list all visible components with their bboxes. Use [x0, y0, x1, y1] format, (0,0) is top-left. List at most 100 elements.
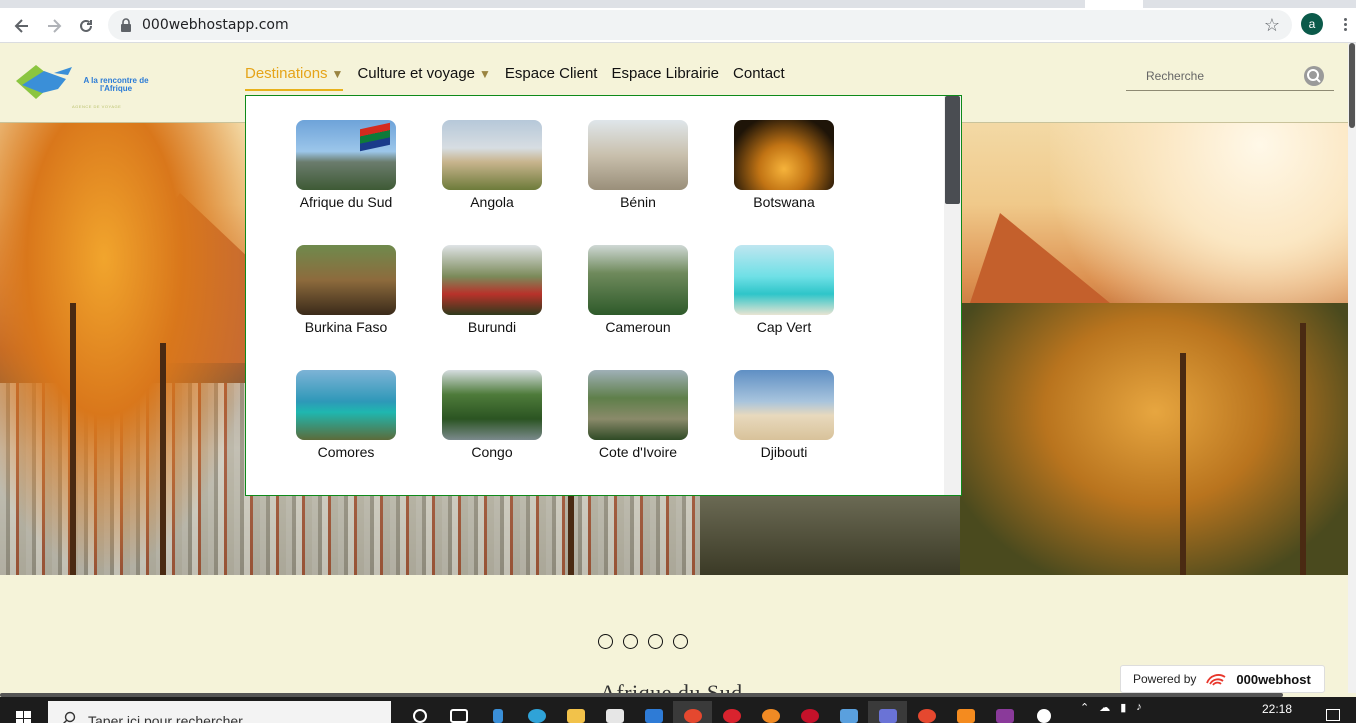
destination-thumbnail: [296, 370, 396, 440]
destination-item[interactable]: Burkina Faso: [296, 245, 396, 370]
page-scrollbar-thumb[interactable]: [1349, 43, 1355, 128]
destination-thumbnail: [588, 245, 688, 315]
nav-contact[interactable]: Contact: [733, 65, 785, 91]
taskbar-search-placeholder: Taper ici pour rechercher: [88, 713, 243, 723]
destination-label: Cameroun: [605, 319, 671, 335]
task-view-icon[interactable]: [439, 701, 478, 723]
dropdown-scrollbar[interactable]: [944, 96, 961, 495]
mail-icon[interactable]: [634, 701, 673, 723]
taskbar-apps: [400, 701, 1063, 723]
destination-item[interactable]: Cote d'Ivoire: [588, 370, 688, 495]
settings-gear-icon[interactable]: [1024, 701, 1063, 723]
powered-by-brand: 000webhost: [1236, 671, 1311, 687]
profile-avatar[interactable]: a: [1301, 13, 1323, 35]
destination-item[interactable]: Cap Vert: [734, 245, 834, 370]
volume-icon[interactable]: ♪: [1136, 701, 1142, 714]
destination-thumbnail: [588, 120, 688, 190]
browser-toolbar: 000webhostapp.com ☆ a: [0, 8, 1356, 43]
destination-thumbnail: [734, 120, 834, 190]
bookmark-star-icon[interactable]: ☆: [1264, 15, 1280, 35]
chrome-icon[interactable]: [907, 701, 946, 723]
opera-gx-icon[interactable]: [790, 701, 829, 723]
notifications-icon[interactable]: [1326, 709, 1340, 721]
url-text: 000webhostapp.com: [142, 17, 289, 33]
dropdown-scrollbar-thumb[interactable]: [945, 96, 960, 204]
destination-item[interactable]: Comores: [296, 370, 396, 495]
nav-label: Espace Client: [504, 65, 598, 82]
taskbar-clock[interactable]: 22:18: [1262, 702, 1292, 716]
onedrive-icon[interactable]: ☁: [1099, 701, 1110, 714]
cortana-icon[interactable]: [400, 701, 439, 723]
destination-label: Bénin: [620, 194, 656, 210]
taskbar-search[interactable]: Taper ici pour rechercher: [48, 701, 391, 723]
destination-label: Angola: [470, 194, 514, 210]
carousel-dot[interactable]: [598, 634, 613, 649]
carousel-dots: [598, 634, 688, 649]
nav-destinations[interactable]: Destinations ▼: [245, 65, 344, 91]
sublime-icon[interactable]: [946, 701, 985, 723]
destination-label: Cap Vert: [756, 319, 812, 335]
firefox-icon[interactable]: [751, 701, 790, 723]
address-bar[interactable]: 000webhostapp.com ☆: [108, 10, 1292, 40]
opera-icon[interactable]: [712, 701, 751, 723]
main-nav: Destinations ▼ Culture et voyage ▼ Espace …: [245, 65, 799, 91]
destination-item[interactable]: Djibouti: [734, 370, 834, 495]
carousel-dot[interactable]: [673, 634, 688, 649]
windows-taskbar: Taper ici pour rechercher ⌃ ☁ ▮ ♪ 22:18: [0, 697, 1356, 723]
site-search: [1126, 64, 1334, 91]
destination-item[interactable]: Burundi: [442, 245, 542, 370]
destination-item[interactable]: Bénin: [588, 120, 688, 245]
chrome-icon[interactable]: [673, 701, 712, 723]
store-icon[interactable]: [595, 701, 634, 723]
destination-item[interactable]: Congo: [442, 370, 542, 495]
lock-icon: [120, 18, 132, 37]
nav-label: Destinations: [245, 65, 328, 82]
search-icon[interactable]: [1304, 66, 1324, 86]
destination-thumbnail: [442, 370, 542, 440]
powered-by-prefix: Powered by: [1133, 672, 1197, 686]
search-icon: [63, 711, 76, 723]
network-icon[interactable]: ▮: [1120, 701, 1126, 714]
destination-thumbnail: [588, 370, 688, 440]
windows-start-icon[interactable]: [16, 711, 32, 723]
site-logo[interactable]: A la rencontre de l'Afrique AGENCE DE VO…: [14, 59, 159, 111]
winrar-icon[interactable]: [985, 701, 1024, 723]
destination-thumbnail: [442, 245, 542, 315]
back-icon[interactable]: [10, 14, 34, 38]
discord-icon[interactable]: [868, 701, 907, 723]
tab-strip: [0, 0, 1356, 8]
file-explorer-icon[interactable]: [556, 701, 595, 723]
nav-label: Culture et voyage: [357, 65, 476, 82]
carousel-dot[interactable]: [623, 634, 638, 649]
destination-item[interactable]: Angola: [442, 120, 542, 245]
destination-label: Afrique du Sud: [299, 194, 393, 210]
active-tab[interactable]: [1085, 0, 1143, 8]
control-panel-icon[interactable]: [829, 701, 868, 723]
destination-thumbnail: [442, 120, 542, 190]
destination-item[interactable]: Cameroun: [588, 245, 688, 370]
destination-thumbnail: [296, 245, 396, 315]
carousel-dot[interactable]: [648, 634, 663, 649]
forward-icon[interactable]: [42, 14, 66, 38]
destination-label: Congo: [471, 444, 513, 460]
page-scrollbar[interactable]: [1348, 43, 1356, 693]
search-input[interactable]: [1126, 66, 1296, 86]
edge-icon[interactable]: [517, 701, 556, 723]
destination-thumbnail: [734, 245, 834, 315]
caret-down-icon: ▼: [331, 67, 344, 81]
powered-by-badge[interactable]: Powered by 000webhost: [1120, 665, 1325, 693]
caret-down-icon: ▼: [479, 67, 491, 81]
chevron-up-icon[interactable]: ⌃: [1080, 701, 1089, 714]
destination-thumbnail: [296, 120, 396, 190]
nav-espace-client[interactable]: Espace Client: [505, 65, 598, 91]
system-tray: ⌃ ☁ ▮ ♪: [1080, 701, 1142, 714]
nav-espace-librairie[interactable]: Espace Librairie: [611, 65, 719, 91]
browser-menu-icon[interactable]: [1338, 16, 1352, 34]
reload-icon[interactable]: [74, 14, 98, 38]
destination-item[interactable]: Botswana: [734, 120, 834, 245]
destination-label: Djibouti: [760, 444, 808, 460]
phone-app-icon[interactable]: [478, 701, 517, 723]
destination-thumbnail: [734, 370, 834, 440]
destination-item[interactable]: Afrique du Sud: [296, 120, 396, 245]
nav-culture-voyage[interactable]: Culture et voyage ▼: [357, 65, 490, 91]
